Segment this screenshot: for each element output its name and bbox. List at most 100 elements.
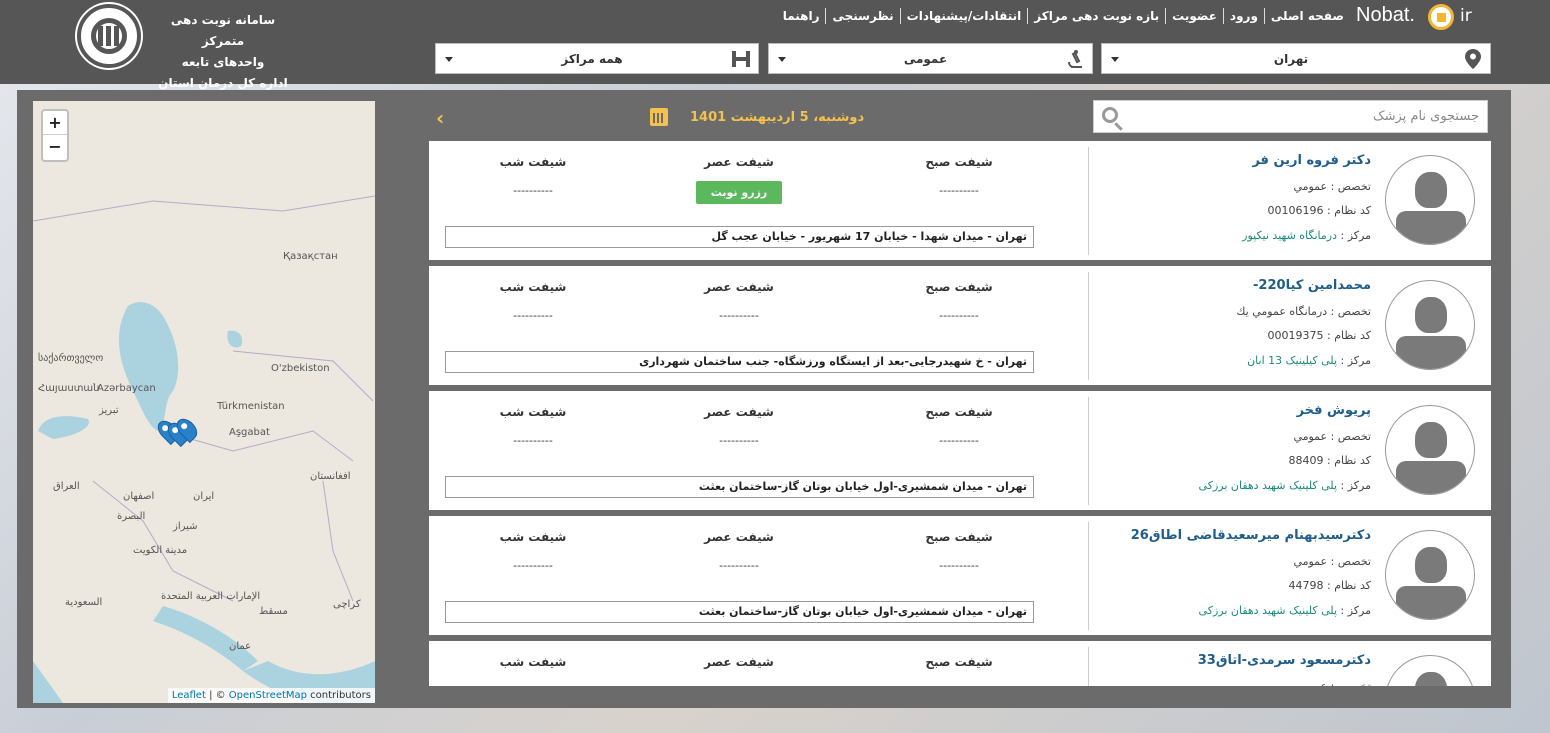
doctor-center: مرکز : درمانگاه شهید نیکپور	[1242, 229, 1371, 242]
doctor-name[interactable]: محمدامین کیا220-	[1253, 278, 1371, 293]
center-select[interactable]: همه مراکز	[435, 43, 759, 74]
zoom-controls: + −	[41, 109, 69, 162]
attribution-separator: | ©	[205, 690, 229, 701]
nav-help[interactable]: راهنما	[777, 8, 826, 24]
map-label: Aşgabat	[229, 427, 270, 438]
nav-schedule-range[interactable]: بازه نوبت دهی مراکز	[1027, 8, 1165, 24]
nav-home[interactable]: صفحه اصلی	[1263, 8, 1350, 24]
doctor-address: تهران - خ شهیدرجایی-بعد از ایستگاه ورزشگ…	[445, 351, 1034, 373]
center-link[interactable]: پلی کلینیک شهید دهقان برزکی	[1199, 479, 1337, 492]
code-value: 88409	[1288, 454, 1324, 467]
shift-morning-header: شیفت صبح	[925, 155, 993, 169]
doctor-card: دکتر فروه ارین فر تخصص : عمومي کد نظام :…	[429, 141, 1491, 260]
doctor-code: کد نظام : 00106196	[1268, 204, 1371, 217]
calendar-icon[interactable]	[650, 108, 668, 126]
doctor-name[interactable]: دکترسیدبهنام میرسعیدقاضی اطاق26	[1131, 528, 1371, 543]
specialty-value: عمومي	[1293, 180, 1328, 193]
center-link[interactable]: درمانگاه شهید نیکپور	[1242, 229, 1337, 242]
avatar-icon	[1385, 530, 1475, 620]
type-select-value: عمومی	[903, 52, 948, 66]
osm-link[interactable]: OpenStreetMap	[229, 690, 307, 701]
map-label: البصرة	[117, 511, 146, 522]
shift-morning-header: شیفت صبح	[925, 530, 993, 544]
doctor-address: تهران - میدان شهدا - خیابان 17 شهریور - …	[445, 226, 1034, 248]
divider	[1088, 397, 1089, 505]
shift-night-header: شیفت شب	[499, 280, 567, 294]
map-label: كراچى	[333, 599, 361, 610]
avatar-icon	[1385, 405, 1475, 495]
nav-feedback[interactable]: انتقادات/پیشنهادات	[899, 8, 1028, 24]
chevron-left-icon[interactable]: ‹	[436, 106, 444, 130]
map-view[interactable]: + − Қазақстан O'zbekiston საქართველო Հայ…	[33, 101, 375, 703]
map-label: السعودية	[65, 597, 103, 608]
map-label: الإمارات العربية المتحدة	[161, 591, 261, 602]
chevron-down-icon	[1111, 57, 1119, 62]
avatar-icon	[1385, 655, 1475, 686]
doctor-specialty: تخصص : عمومي	[1293, 180, 1371, 193]
shift-afternoon-header: شیفت عصر	[704, 155, 774, 169]
specialty-label: تخصص :	[1330, 180, 1371, 193]
map-label: Հայաստան	[38, 383, 100, 394]
nav-register[interactable]: عضویت	[1165, 8, 1223, 24]
shift-night-slot: ----------	[513, 184, 553, 197]
doctor-code: کد نظام : 44798	[1289, 579, 1371, 592]
microscope-icon	[1066, 49, 1084, 69]
doctor-name[interactable]: دکترمسعود سرمدی-اتاق33	[1198, 653, 1371, 668]
shift-morning-slot: ----------	[889, 684, 1029, 686]
map-pin-icon	[1464, 49, 1482, 69]
center-label: مرکز :	[1340, 479, 1371, 492]
map-label: اصفهان	[123, 491, 155, 502]
doctor-center: مرکز : پلی کیلینیک 13 ابان	[1247, 354, 1371, 367]
reserve-button[interactable]: رزرو نوبت	[696, 181, 782, 204]
doctor-address: تهران - میدان شمشیری-اول خیابان بوتان گا…	[445, 601, 1034, 623]
doctor-center: مرکز : پلی کلینیک شهید دهقان برزکی	[1199, 604, 1371, 617]
specialty-label: تخصص :	[1331, 680, 1371, 686]
shift-afternoon-header: شیفت عصر	[704, 280, 774, 294]
date-label: دوشنبه، 5 اردیبهشت 1401	[690, 110, 865, 125]
brand-logo[interactable]: Nobat. ir	[1356, 2, 1486, 32]
type-select[interactable]: عمومی	[768, 43, 1093, 74]
doctor-search-input[interactable]: جستجوی نام پزشک	[1093, 100, 1488, 133]
center-label: مرکز :	[1340, 604, 1371, 617]
leaflet-link[interactable]: Leaflet	[172, 690, 206, 701]
map-label: ایران	[193, 491, 215, 502]
search-icon[interactable]	[1102, 107, 1118, 123]
map-label: تبریز	[99, 405, 119, 416]
map-tiles	[33, 101, 375, 703]
city-select[interactable]: تهران	[1101, 43, 1491, 74]
map-label: شیراز	[173, 521, 198, 532]
shift-morning-header: شیفت صبح	[925, 405, 993, 419]
doctor-specialty: تخصص : عمومي	[1293, 430, 1371, 443]
shift-afternoon-header: شیفت عصر	[704, 530, 774, 544]
center-link[interactable]: پلی کلینیک شهید دهقان برزکی	[1199, 604, 1337, 617]
zoom-out-button[interactable]: −	[43, 135, 67, 159]
org-logo-icon[interactable]	[77, 4, 141, 68]
city-select-value: تهران	[1273, 52, 1309, 66]
shift-morning-slot: ----------	[939, 309, 979, 322]
doctor-name[interactable]: دکتر فروه ارین فر	[1252, 153, 1371, 168]
divider	[1088, 522, 1089, 630]
divider	[1088, 647, 1089, 686]
specialty-value: درمانگاه عمومي يك	[1236, 305, 1328, 318]
map-label: საქართველო	[38, 353, 104, 364]
map-label: عمان	[229, 641, 252, 652]
doctor-card: دکترمسعود سرمدی-اتاق33 تخصص : عمومي کد ن…	[429, 641, 1491, 686]
map-label: O'zbekiston	[271, 363, 330, 374]
org-title-line: سامانه نوبت دهی متمرکز	[170, 13, 276, 48]
doctor-name[interactable]: پریوش فخر	[1297, 403, 1371, 418]
shift-afternoon-slot: ----------	[719, 434, 759, 447]
nav-login[interactable]: ورود	[1222, 8, 1264, 24]
map-label: Azərbaycan	[97, 383, 156, 394]
doctor-center: مرکز : پلی کلینیک شهید دهقان برزکی	[1199, 479, 1371, 492]
doctor-code: کد نظام : 88409	[1289, 454, 1371, 467]
shift-night-slot: ----------	[513, 559, 553, 572]
shift-afternoon-slot: ----------	[719, 559, 759, 572]
map-label: Қазақстан	[283, 251, 338, 262]
center-link[interactable]: پلی کیلینیک 13 ابان	[1247, 354, 1337, 367]
divider	[1088, 272, 1089, 380]
zoom-in-button[interactable]: +	[43, 111, 67, 135]
shift-night-slot: ----------	[463, 684, 603, 686]
doctor-card: دکترسیدبهنام میرسعیدقاضی اطاق26 تخصص : ع…	[429, 516, 1491, 635]
nav-survey[interactable]: نظرسنجی	[825, 8, 899, 24]
code-label: کد نظام :	[1327, 204, 1371, 217]
